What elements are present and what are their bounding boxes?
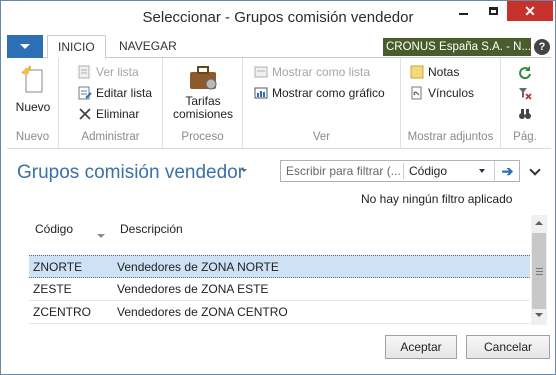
tab-inicio[interactable]: INICIO xyxy=(47,35,106,59)
tarifas-comisiones-button[interactable]: Tarifas comisiones xyxy=(167,64,239,121)
editar-lista-label: Editar lista xyxy=(96,86,153,100)
group-proceso: Tarifas comisiones Proceso xyxy=(163,58,243,149)
table-row[interactable]: ZESTE Vendedores de ZONA ESTE xyxy=(29,278,530,301)
mostrar-lista-button[interactable]: Mostrar como lista xyxy=(253,64,370,80)
find-button[interactable] xyxy=(517,106,536,122)
list-view-icon xyxy=(253,64,269,80)
delete-icon xyxy=(77,106,93,122)
column-header-descripcion[interactable]: Descripción xyxy=(120,222,183,236)
filter-separator xyxy=(403,163,404,179)
group-nuevo: Nuevo Nuevo xyxy=(7,58,59,149)
maximize-button[interactable] xyxy=(477,1,509,21)
note-icon xyxy=(409,64,425,80)
grip-icon xyxy=(535,267,543,275)
scrollbar-thumb[interactable] xyxy=(532,233,546,309)
help-icon[interactable]: ? xyxy=(534,39,550,55)
group-adjuntos: Notas Vínculos Mostrar adjuntos xyxy=(401,58,501,149)
tab-navegar[interactable]: NAVEGAR xyxy=(109,35,187,58)
refresh-icon xyxy=(517,64,533,80)
group-label-administrar: Administrar xyxy=(81,131,140,143)
cell-description: Vendedores de ZONA NORTE xyxy=(117,260,279,274)
chevron-down-icon xyxy=(20,44,30,49)
filter-status: No hay ningún filtro aplicado xyxy=(361,192,513,206)
table-row[interactable]: ZNORTE Vendedores de ZONA NORTE xyxy=(29,255,530,278)
ver-lista-button[interactable]: Ver lista xyxy=(77,64,139,80)
filter-go-button[interactable]: ➔ xyxy=(494,161,520,181)
vinculos-button[interactable]: Vínculos xyxy=(409,85,474,101)
notas-label: Notas xyxy=(428,65,460,79)
filter-box: Código ➔ xyxy=(280,160,520,182)
cell-description: Vendedores de ZONA ESTE xyxy=(117,282,269,296)
eliminar-label: Eliminar xyxy=(96,107,140,121)
mostrar-grafico-label: Mostrar como gráfico xyxy=(272,86,385,100)
group-label-ver: Ver xyxy=(312,131,331,143)
filter-field-select[interactable]: Código xyxy=(409,164,447,178)
table-row[interactable]: ZCENTRO Vendedores de ZONA CENTRO xyxy=(29,301,530,324)
ver-lista-label: Ver lista xyxy=(96,65,139,79)
dialog-window: Seleccionar - Grupos comisión vendedor ✕… xyxy=(0,0,556,375)
cell-description: Vendedores de ZONA CENTRO xyxy=(117,305,288,319)
nuevo-label: Nuevo xyxy=(15,100,51,114)
ribbon-tabs: INICIO NAVEGAR CRONUS España S.A. - N...… xyxy=(7,35,551,59)
cell-code: ZESTE xyxy=(33,282,72,296)
filter-input[interactable] xyxy=(281,161,403,181)
sort-descending-icon xyxy=(97,234,105,238)
close-icon: ✕ xyxy=(524,3,536,19)
group-pag: Pág. xyxy=(501,58,549,149)
nuevo-button[interactable]: Nuevo xyxy=(13,64,53,114)
scroll-down-icon[interactable] xyxy=(535,313,543,317)
company-badge[interactable]: CRONUS España S.A. - N... xyxy=(383,38,531,56)
view-list-icon xyxy=(77,64,93,80)
cancel-button[interactable]: Cancelar xyxy=(466,335,550,359)
group-label-pag: Pág. xyxy=(513,131,537,143)
mostrar-lista-label: Mostrar como lista xyxy=(272,65,371,79)
clear-filter-icon xyxy=(517,85,533,101)
refresh-button[interactable] xyxy=(517,64,536,80)
ribbon: Nuevo Nuevo Ver lista Editar lista Elimi… xyxy=(7,58,551,149)
mostrar-grafico-button[interactable]: Mostrar como gráfico xyxy=(253,85,385,101)
scroll-up-icon[interactable] xyxy=(535,221,543,225)
tarifas-label-2: comisiones xyxy=(172,107,234,121)
chevron-down-icon[interactable] xyxy=(479,169,485,173)
close-button[interactable]: ✕ xyxy=(507,1,553,21)
group-ver: Mostrar como lista Mostrar como gráfico … xyxy=(243,58,401,149)
app-menu-button[interactable] xyxy=(7,35,43,58)
vertical-scrollbar[interactable] xyxy=(531,215,547,325)
cell-code: ZNORTE xyxy=(33,260,83,274)
title-dropdown-icon[interactable] xyxy=(241,169,247,172)
column-header-codigo[interactable]: Código xyxy=(35,222,73,236)
collapse-chevron-icon[interactable] xyxy=(529,164,541,176)
cell-code: ZCENTRO xyxy=(33,305,91,319)
notas-button[interactable]: Notas xyxy=(409,64,459,80)
group-label-proceso: Proceso xyxy=(181,131,224,143)
editar-lista-button[interactable]: Editar lista xyxy=(77,85,152,101)
group-label-nuevo: Nuevo xyxy=(15,131,50,143)
eliminar-button[interactable]: Eliminar xyxy=(77,106,139,122)
maximize-icon xyxy=(488,7,498,15)
group-administrar: Ver lista Editar lista Eliminar Administ… xyxy=(59,58,163,149)
edit-list-icon xyxy=(77,85,93,101)
chart-view-icon xyxy=(253,85,269,101)
binoculars-icon xyxy=(517,106,533,122)
minimize-button[interactable] xyxy=(447,1,479,21)
page-title[interactable]: Grupos comisión vendedor xyxy=(17,162,244,184)
vinculos-label: Vínculos xyxy=(428,86,475,100)
link-icon xyxy=(409,85,425,101)
minimize-icon xyxy=(458,13,468,15)
accept-button[interactable]: Aceptar xyxy=(385,335,457,359)
new-document-icon xyxy=(21,65,43,93)
briefcase-icon xyxy=(190,66,217,90)
title-bar: Seleccionar - Grupos comisión vendedor ✕ xyxy=(1,1,555,35)
group-label-adjuntos: Mostrar adjuntos xyxy=(407,131,494,143)
clear-filter-button[interactable] xyxy=(517,85,536,101)
arrow-right-icon: ➔ xyxy=(501,162,514,179)
